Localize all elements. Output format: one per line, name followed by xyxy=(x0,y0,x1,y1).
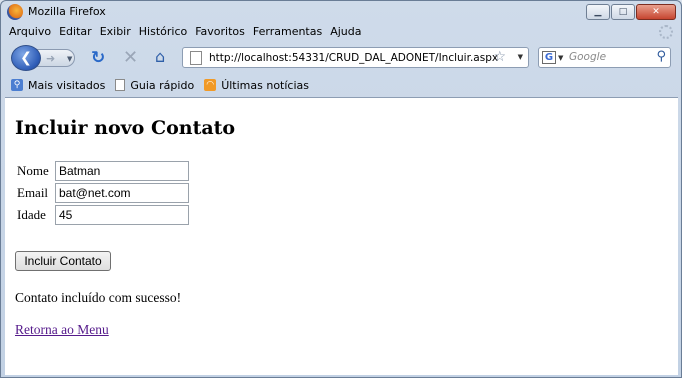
window-controls: ▁ □ ✕ xyxy=(586,4,676,20)
navigation-toolbar: ➜ ▼ ❮ ↻ ✕ ⌂ http://localhost:54331/CRUD_… xyxy=(1,43,681,73)
star-icon[interactable]: ☆ xyxy=(493,49,506,65)
maximize-button[interactable]: □ xyxy=(611,4,635,20)
url-dropdown-icon[interactable]: ▼ xyxy=(518,53,523,61)
bookmarks-bar: ⚲ Mais visitados Guia rápido ◠ Últimas n… xyxy=(11,77,319,93)
forward-arrow-icon: ➜ xyxy=(46,51,56,65)
email-field[interactable] xyxy=(55,183,189,203)
menu-editar[interactable]: Editar xyxy=(55,25,96,41)
status-message: Contato incluído com sucesso! xyxy=(15,290,182,305)
idade-label: Idade xyxy=(17,207,46,222)
menu-historico[interactable]: Histórico xyxy=(135,25,191,41)
menu-bar: Arquivo Editar Exibir Histórico Favorito… xyxy=(5,25,366,41)
firefox-logo-icon xyxy=(7,4,23,20)
history-dropdown-icon[interactable]: ▼ xyxy=(67,55,72,63)
contact-form: Nome Email Idade xyxy=(17,160,189,226)
search-box[interactable]: G ▼ Google ⚲ xyxy=(538,47,671,68)
menu-arquivo[interactable]: Arquivo xyxy=(5,25,55,41)
bookmark-mais-visitados[interactable]: ⚲ Mais visitados xyxy=(11,79,105,92)
reload-icon[interactable]: ↻ xyxy=(91,48,105,68)
menu-ajuda[interactable]: Ajuda xyxy=(326,25,365,41)
form-row-idade: Idade xyxy=(17,204,189,226)
menu-exibir[interactable]: Exibir xyxy=(96,25,135,41)
bookmark-guia-rapido[interactable]: Guia rápido xyxy=(115,79,194,92)
rss-icon: ◠ xyxy=(204,79,217,91)
retorna-menu-link[interactable]: Retorna ao Menu xyxy=(15,322,109,338)
incluir-contato-button[interactable]: Incluir Contato xyxy=(15,251,111,271)
page-icon xyxy=(190,50,202,65)
google-engine-icon[interactable]: G xyxy=(542,51,556,64)
search-input[interactable]: Google xyxy=(569,51,606,63)
email-label: Email xyxy=(17,185,49,200)
bookmark-ultimas-noticias[interactable]: ◠ Últimas notícias xyxy=(204,79,309,92)
search-icon[interactable]: ⚲ xyxy=(656,49,666,64)
bookmark-label: Mais visitados xyxy=(28,78,106,92)
back-button[interactable]: ❮ xyxy=(11,45,41,71)
menu-favoritos[interactable]: Favoritos xyxy=(191,25,249,41)
bookmark-label: Guia rápido xyxy=(130,78,195,92)
engine-dropdown-icon[interactable]: ▼ xyxy=(558,54,563,62)
bookmark-label: Últimas notícias xyxy=(221,78,309,92)
address-bar[interactable]: http://localhost:54331/CRUD_DAL_ADONET/I… xyxy=(182,47,529,68)
window-title: Mozilla Firefox xyxy=(28,5,106,18)
page-content: Incluir novo Contato Nome Email Idade In… xyxy=(5,97,678,375)
back-arrow-icon: ❮ xyxy=(20,50,32,66)
page-icon xyxy=(115,79,126,91)
stop-icon[interactable]: ✕ xyxy=(123,47,138,68)
most-visited-icon: ⚲ xyxy=(11,79,23,91)
nome-label: Nome xyxy=(17,163,49,178)
minimize-button[interactable]: ▁ xyxy=(586,4,610,20)
nome-field[interactable] xyxy=(55,161,189,181)
throbber-icon xyxy=(659,25,673,39)
title-bar[interactable]: Mozilla Firefox ▁ □ ✕ xyxy=(1,1,681,23)
form-row-nome: Nome xyxy=(17,160,189,182)
browser-window: Mozilla Firefox ▁ □ ✕ Arquivo Editar Exi… xyxy=(0,0,682,378)
idade-field[interactable] xyxy=(55,205,189,225)
url-text[interactable]: http://localhost:54331/CRUD_DAL_ADONET/I… xyxy=(209,52,498,64)
home-icon[interactable]: ⌂ xyxy=(155,47,165,66)
close-button[interactable]: ✕ xyxy=(636,4,676,20)
page-title: Incluir novo Contato xyxy=(15,117,236,139)
form-row-email: Email xyxy=(17,182,189,204)
menu-ferramentas[interactable]: Ferramentas xyxy=(249,25,326,41)
